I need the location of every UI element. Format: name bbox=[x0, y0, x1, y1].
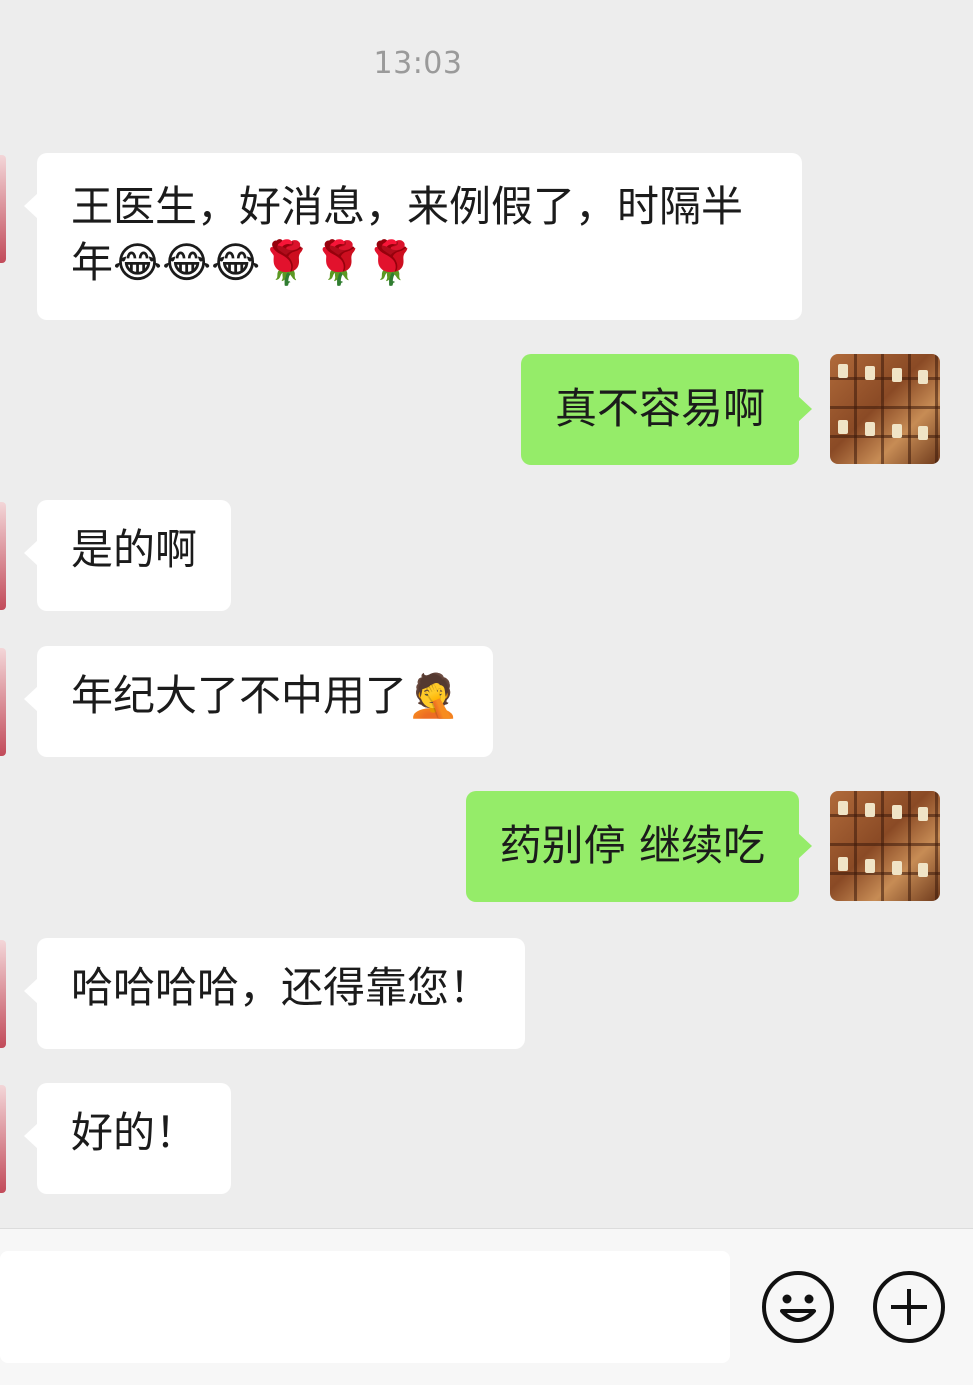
contact-avatar[interactable] bbox=[0, 502, 6, 610]
message-text: 哈哈哈哈，还得靠您！ bbox=[71, 963, 492, 1012]
message-bubble-sent[interactable]: 真不容易啊 bbox=[520, 354, 813, 465]
contact-avatar[interactable] bbox=[0, 940, 6, 1048]
input-bar bbox=[0, 1228, 973, 1385]
contact-avatar[interactable] bbox=[0, 648, 6, 756]
message-text: 真不容易啊 bbox=[554, 384, 765, 433]
my-avatar[interactable] bbox=[830, 354, 940, 464]
message-text: 是的啊 bbox=[71, 525, 198, 574]
message-text: 王医生，好消息，来例假了，时隔半年😂😂😂🌹🌹🌹 bbox=[71, 182, 744, 287]
message-input[interactable] bbox=[0, 1251, 730, 1363]
message-bubble-sent[interactable]: 药别停 继续吃 bbox=[465, 791, 813, 902]
message-bubble-received[interactable]: 哈哈哈哈，还得靠您！ bbox=[23, 938, 526, 1049]
my-avatar[interactable] bbox=[830, 791, 940, 901]
smiley-face-icon[interactable] bbox=[762, 1271, 834, 1343]
chat-area[interactable]: 13:03 王医生，好消息，来例假了，时隔半年😂😂😂🌹🌹🌹 真不容易啊 是的啊 … bbox=[0, 0, 973, 1228]
message-bubble-received[interactable]: 王医生，好消息，来例假了，时隔半年😂😂😂🌹🌹🌹 bbox=[24, 153, 802, 320]
message-bubble-received[interactable]: 年纪大了不中用了🤦 bbox=[23, 646, 494, 757]
message-bubble-received[interactable]: 是的啊 bbox=[23, 500, 232, 611]
message-text: 好的！ bbox=[71, 1108, 198, 1157]
message-bubble-received[interactable]: 好的！ bbox=[23, 1083, 232, 1194]
message-text: 药别停 继续吃 bbox=[499, 821, 765, 870]
contact-avatar[interactable] bbox=[0, 1085, 6, 1193]
plus-circle-icon[interactable] bbox=[873, 1271, 945, 1343]
contact-avatar[interactable] bbox=[0, 155, 6, 263]
message-timestamp: 13:03 bbox=[373, 46, 463, 81]
message-text: 年纪大了不中用了🤦 bbox=[71, 671, 460, 720]
